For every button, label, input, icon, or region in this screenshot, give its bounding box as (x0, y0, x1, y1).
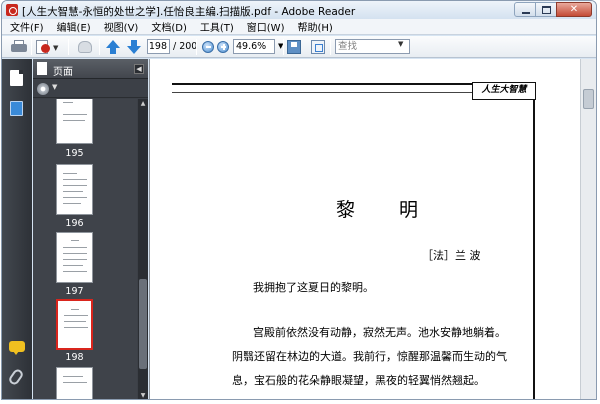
full-screen-icon (311, 40, 325, 54)
pages-icon (37, 62, 47, 75)
menu-window[interactable]: 窗口(W) (247, 19, 285, 34)
document-view[interactable]: 人生大智慧 黎 明 ［法］兰 波 我拥抱了这夏日的黎明。 宫殿前依然没有动静，寂… (149, 59, 596, 399)
create-pdf-button[interactable]: ▼ (35, 39, 59, 55)
menu-bar: 文件(F) 编辑(E) 视图(V) 文档(D) 工具(T) 窗口(W) 帮助(H… (2, 19, 596, 35)
paragraph-line: 息，宝石般的花朵静眼凝望，黑夜的轻翼悄然翘起。 (232, 374, 485, 387)
panel-title: 页面 (53, 67, 73, 78)
scroll-down-icon[interactable]: ▼ (138, 391, 148, 399)
article-author: ［法］兰 波 (422, 249, 481, 262)
panel-scrollbar[interactable]: ▲ ▼ (138, 99, 148, 399)
pages-panel-icon[interactable] (10, 70, 23, 86)
thumbnail-label: 198 (65, 352, 84, 363)
window-controls: ✕ (514, 2, 592, 18)
attachments-icon[interactable] (7, 367, 25, 387)
options-gear-icon[interactable] (37, 83, 49, 95)
title-bar[interactable]: [人生大智慧-永恒的处世之学].任怡良主编.扫描版.pdf - Adobe Re… (2, 1, 596, 19)
scroll-up-icon[interactable]: ▲ (138, 99, 148, 109)
panel-options-bar: ▼ (33, 80, 148, 98)
thumbnail-label: 197 (65, 286, 84, 297)
navigation-pane (2, 59, 32, 399)
chevron-down-icon[interactable]: ▼ (52, 83, 57, 91)
menu-tools[interactable]: 工具(T) (200, 19, 234, 34)
minimize-icon (522, 12, 530, 14)
close-icon: ✕ (569, 4, 579, 15)
scrollbar-thumb[interactable] (139, 279, 147, 369)
document-scrollbar-thumb[interactable] (583, 89, 594, 109)
zoom-out-icon (202, 41, 214, 53)
search-dropdown-icon[interactable]: ▼ (398, 40, 403, 48)
page-thumbnail-198[interactable] (56, 299, 93, 350)
page-total: / 200 (173, 41, 198, 52)
zoom-out-button[interactable] (201, 39, 215, 55)
zoom-in-icon (217, 41, 229, 53)
full-screen-button[interactable] (310, 39, 326, 55)
document-page: 人生大智慧 黎 明 ［法］兰 波 我拥抱了这夏日的黎明。 宫殿前依然没有动静，寂… (150, 59, 580, 399)
acrobat-reader-icon (6, 4, 18, 16)
previous-page-button[interactable] (105, 39, 121, 55)
page-thumbnail-195[interactable] (56, 99, 93, 144)
thumbnail-label: 195 (65, 148, 84, 159)
toolbar: ▼ 198 / 200 49.6% ▼ 查找 ▼ (2, 36, 596, 58)
menu-view[interactable]: 视图(V) (104, 19, 139, 34)
arrow-down-icon (127, 46, 141, 54)
paragraph-line: 宫殿前依然没有动静，寂然无声。池水安静地躺着。 (253, 326, 506, 339)
pages-panel: 页面 ◀ ▼ 195 196 197 198 ▲ ▼ (33, 59, 148, 399)
chevron-down-icon: ▼ (53, 44, 59, 52)
minimize-button[interactable] (514, 2, 536, 17)
collapse-panel-icon[interactable]: ◀ (134, 64, 144, 74)
window-title: [人生大智慧-永恒的处世之学].任怡良主编.扫描版.pdf - Adobe Re… (22, 6, 356, 18)
comments-icon[interactable] (9, 341, 25, 355)
page-number-input[interactable]: 198 (147, 39, 170, 54)
page-thumbnail-196[interactable] (56, 164, 93, 215)
menu-file[interactable]: 文件(F) (10, 19, 44, 34)
running-head: 人生大智慧 (472, 82, 536, 100)
page-thumbnail-199[interactable] (56, 367, 93, 399)
paragraph-line: 阴翳还留在林边的大道。我前行，惊醒那温馨而生动的气 (232, 350, 507, 363)
thumbnail-label: 196 (65, 218, 84, 229)
article-title: 黎 明 (336, 199, 438, 221)
zoom-level-input[interactable]: 49.6% (233, 39, 275, 54)
paragraph-line: 我拥抱了这夏日的黎明。 (253, 281, 374, 294)
zoom-in-button[interactable] (216, 39, 230, 55)
reader-window: [人生大智慧-永恒的处世之学].任怡良主编.扫描版.pdf - Adobe Re… (1, 0, 597, 400)
arrow-up-icon (106, 40, 120, 48)
page-border-right (533, 99, 535, 399)
menu-edit[interactable]: 编辑(E) (57, 19, 91, 34)
document-scrollbar[interactable] (580, 59, 596, 399)
maximize-icon (542, 6, 551, 14)
panel-header: 页面 ◀ (33, 59, 148, 79)
page-thumbnail-197[interactable] (56, 232, 93, 283)
menu-document[interactable]: 文档(D) (151, 19, 187, 34)
hand-tool-button[interactable] (76, 39, 94, 55)
next-page-button[interactable] (126, 39, 142, 55)
fit-page-button[interactable] (286, 39, 302, 55)
menu-help[interactable]: 帮助(H) (297, 19, 332, 34)
fit-page-icon (287, 40, 301, 54)
close-button[interactable]: ✕ (556, 2, 592, 17)
thumbnail-list: 195 196 197 198 (33, 99, 137, 399)
print-button[interactable] (10, 39, 28, 55)
bookmarks-icon[interactable] (10, 101, 23, 116)
maximize-button[interactable] (535, 2, 557, 17)
hand-icon (78, 41, 92, 53)
